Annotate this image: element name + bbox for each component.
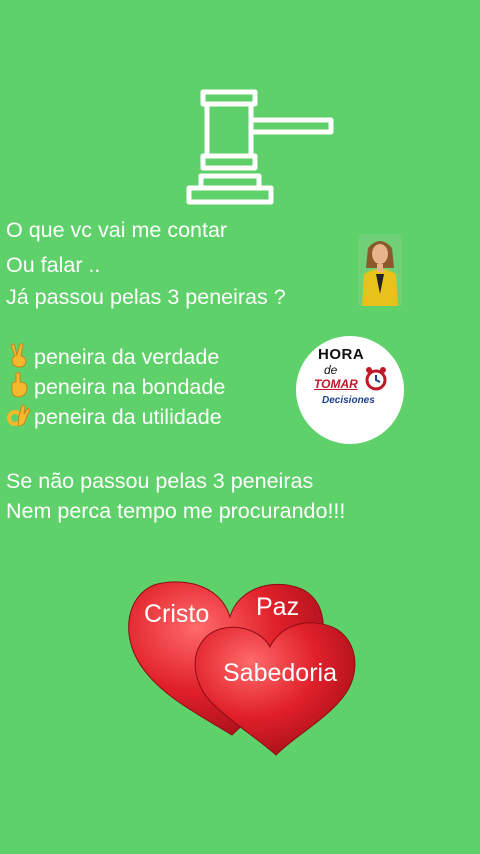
logo-decisiones: Decisiones [322, 395, 375, 406]
woman-photo [358, 234, 402, 306]
logo-tomar: TOMAR [314, 377, 358, 391]
gavel-icon [186, 89, 334, 205]
intro-line-1: O que vc vai me contar [6, 218, 228, 242]
hearts-illustration: Cristo Paz Sabedoria [128, 581, 356, 756]
sieve-label-kindness: peneira na bondade [34, 375, 226, 399]
sieve-line-kindness: peneira na bondade [6, 372, 225, 401]
ok-hand-emoji [7, 404, 31, 427]
victory-hand-emoji [10, 343, 27, 368]
pointing-down-emoji [11, 372, 28, 398]
sieve-line-utility: peneira da utilidade [6, 402, 222, 431]
heart-word-sabedoria: Sabedoria [223, 659, 337, 687]
intro-line-2: Ou falar .. [6, 253, 101, 277]
alarm-clock-icon [365, 367, 387, 391]
heart-word-paz: Paz [256, 593, 299, 621]
outro-line-2: Nem perca tempo me procurando!!! [6, 499, 346, 523]
logo-hora: HORA [318, 346, 365, 363]
sieve-line-truth: peneira da verdade [6, 342, 219, 371]
hora-de-tomar-decisiones-logo: HORA de TOMAR Decisiones [296, 336, 404, 444]
sieve-label-utility: peneira da utilidade [34, 405, 222, 429]
heart-word-cristo: Cristo [144, 600, 209, 628]
intro-line-3: Já passou pelas 3 peneiras ? [6, 285, 286, 309]
front-heart [194, 622, 356, 756]
outro-line-1: Se não passou pelas 3 peneiras [6, 469, 314, 493]
sieve-label-truth: peneira da verdade [34, 345, 220, 369]
logo-de: de [324, 363, 338, 377]
